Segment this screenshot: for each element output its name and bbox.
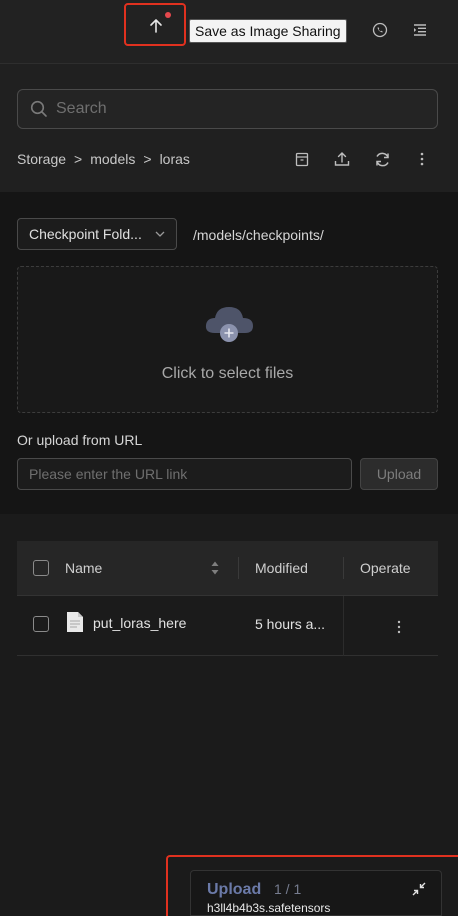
whatsapp-button[interactable]: [370, 20, 390, 40]
breadcrumb-loras[interactable]: loras: [160, 151, 190, 167]
breadcrumb-models[interactable]: models: [90, 151, 135, 167]
chevron-down-icon: [155, 231, 165, 237]
file-dropzone[interactable]: Click to select files: [17, 266, 438, 413]
menu-fold-button[interactable]: [410, 20, 430, 40]
column-divider: [343, 557, 344, 579]
save-tooltip: Save as Image Sharing: [189, 19, 347, 43]
row-checkbox[interactable]: [33, 616, 49, 632]
arrow-up-icon: [150, 19, 162, 33]
navigation-panel: Storage > models > loras: [0, 64, 458, 192]
column-name[interactable]: Name: [65, 560, 102, 576]
row-more-icon[interactable]: [397, 620, 401, 634]
upload-progress-file: h3ll4b4b3s.safetensors: [207, 901, 331, 915]
search-icon: [30, 100, 47, 117]
dropzone-hint: Click to select files: [161, 365, 294, 382]
column-operate: Operate: [360, 560, 411, 576]
table-row[interactable]: put_loras_here 5 hours a...: [17, 596, 438, 656]
column-modified[interactable]: Modified: [255, 560, 308, 576]
breadcrumb: Storage > models > loras: [17, 151, 190, 167]
file-table: Name Modified Operate put_loras_here 5 h…: [17, 541, 438, 656]
notification-dot: [165, 12, 171, 18]
folder-path: /models/checkpoints/: [193, 227, 324, 243]
breadcrumb-storage[interactable]: Storage: [17, 151, 66, 167]
folder-select-value: Checkpoint Fold...: [29, 226, 142, 242]
more-vertical-icon: [420, 152, 424, 166]
collapse-icon[interactable]: [411, 881, 427, 897]
folder-select[interactable]: Checkpoint Fold...: [17, 218, 177, 250]
archive-button[interactable]: [292, 149, 312, 169]
breadcrumb-separator: >: [74, 151, 83, 167]
upload-progress-title: Upload: [207, 881, 262, 898]
file-name[interactable]: put_loras_here: [93, 615, 186, 631]
column-divider: [343, 596, 344, 656]
search-box[interactable]: [17, 89, 438, 129]
select-all-checkbox[interactable]: [33, 560, 49, 576]
more-button[interactable]: [412, 149, 432, 169]
search-input[interactable]: [56, 100, 437, 118]
upload-button[interactable]: [332, 149, 352, 169]
refresh-icon: [375, 152, 389, 166]
upload-panel: Checkpoint Fold... /models/checkpoints/ …: [0, 192, 458, 514]
breadcrumb-separator: >: [143, 151, 152, 167]
refresh-button[interactable]: [372, 149, 392, 169]
cloud-upload-icon: [205, 307, 253, 342]
url-upload-button[interactable]: Upload: [360, 458, 438, 490]
column-divider: [238, 557, 239, 579]
menu-fold-icon: [414, 24, 426, 36]
upload-icon: [334, 152, 350, 166]
url-upload-label: Or upload from URL: [17, 432, 143, 448]
file-icon: [67, 612, 83, 632]
sort-icon[interactable]: [210, 559, 220, 577]
share-upload-button[interactable]: [128, 7, 184, 45]
archive-icon: [295, 152, 309, 166]
top-bar: Save as Image Sharing: [0, 0, 458, 64]
whatsapp-icon: [372, 22, 388, 38]
url-input[interactable]: [17, 458, 352, 490]
table-header: Name Modified Operate: [17, 541, 438, 596]
upload-progress-card: Upload 1 / 1 h3ll4b4b3s.safetensors: [190, 870, 442, 916]
upload-progress-count: 1 / 1: [274, 881, 302, 897]
file-modified: 5 hours a...: [255, 616, 326, 632]
